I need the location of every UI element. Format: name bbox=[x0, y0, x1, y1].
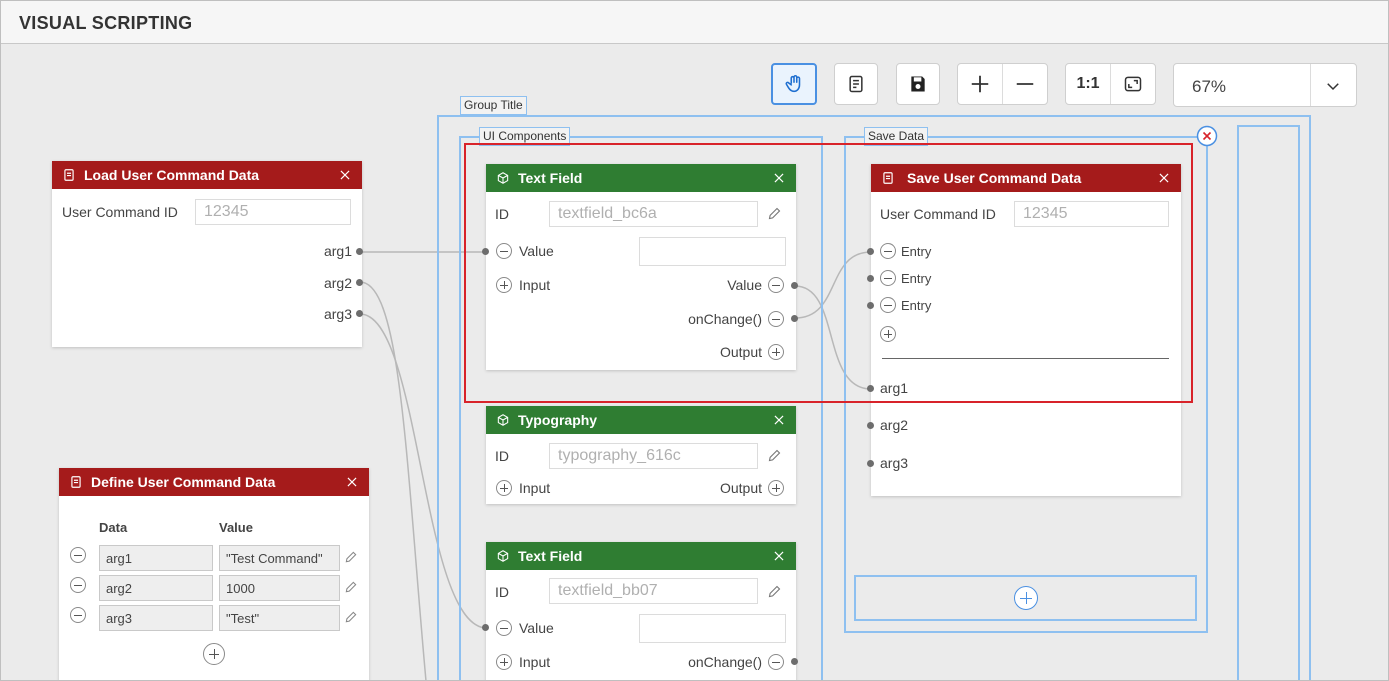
port-arg2-out[interactable] bbox=[356, 279, 363, 286]
empty-group[interactable] bbox=[1237, 125, 1300, 680]
data-key-input[interactable]: arg1 bbox=[99, 545, 213, 571]
node-header[interactable]: Typography bbox=[486, 406, 796, 434]
hand-icon bbox=[785, 75, 801, 93]
id-label: ID bbox=[495, 584, 509, 600]
output-label: Output bbox=[719, 480, 762, 496]
data-key-input[interactable]: arg3 bbox=[99, 605, 213, 631]
id-label: ID bbox=[495, 448, 509, 464]
close-icon[interactable] bbox=[772, 413, 786, 427]
actual-size-label: 1:1 bbox=[1076, 75, 1100, 92]
zoom-out-button[interactable] bbox=[1002, 64, 1047, 104]
pencil-icon[interactable] bbox=[344, 580, 358, 594]
input-arg2-label: arg2 bbox=[880, 417, 909, 433]
value-input-label: Value bbox=[519, 620, 554, 636]
input-arg3-label: arg3 bbox=[880, 455, 909, 471]
remove-row-button[interactable] bbox=[70, 607, 86, 623]
input-label: Input bbox=[519, 480, 551, 496]
actual-size-button[interactable]: 1:1 bbox=[1066, 64, 1110, 104]
typography-node[interactable]: Typography ID typography_616c Input Outp… bbox=[486, 406, 796, 504]
port-onchange-out[interactable] bbox=[791, 658, 798, 665]
cube-icon bbox=[497, 550, 509, 562]
minus-icon bbox=[1016, 83, 1034, 85]
output-arg1-label: arg1 bbox=[323, 243, 352, 259]
port-arg3-out[interactable] bbox=[356, 310, 363, 317]
cube-icon bbox=[497, 414, 509, 426]
data-column-header: Data bbox=[99, 520, 128, 535]
output-arg2-label: arg2 bbox=[323, 275, 352, 291]
data-value-input[interactable]: 1000 bbox=[219, 575, 340, 601]
onchange-label: onChange() bbox=[688, 654, 762, 670]
add-row-button[interactable] bbox=[203, 643, 225, 665]
add-input-button[interactable] bbox=[496, 480, 512, 496]
remove-value-button[interactable] bbox=[496, 620, 512, 636]
panel-title: VISUAL SCRIPTING bbox=[19, 13, 193, 33]
add-node-button[interactable] bbox=[1014, 586, 1038, 610]
add-node-dropzone[interactable] bbox=[854, 575, 1197, 621]
add-input-button[interactable] bbox=[496, 654, 512, 670]
pencil-icon[interactable] bbox=[344, 610, 358, 624]
view-controls: 1:1 bbox=[1065, 63, 1156, 105]
node-title: Typography bbox=[518, 412, 598, 428]
zoom-select[interactable]: 67% bbox=[1173, 63, 1357, 107]
remove-group-icon[interactable] bbox=[1196, 125, 1218, 147]
visual-scripting-panel: VISUAL SCRIPTING 1:1 67% Group Title UI … bbox=[0, 0, 1389, 681]
data-key-input[interactable]: arg2 bbox=[99, 575, 213, 601]
panel-header: VISUAL SCRIPTING bbox=[1, 1, 1388, 44]
close-icon[interactable] bbox=[345, 475, 359, 489]
text-field-node-2[interactable]: Text Field ID textfield_bb07 Value Input… bbox=[486, 542, 796, 680]
document-icon bbox=[71, 476, 81, 488]
pan-tool-button[interactable] bbox=[771, 63, 817, 105]
zoom-in-button[interactable] bbox=[958, 64, 1002, 104]
node-header[interactable]: Load User Command Data bbox=[52, 161, 362, 189]
document-icon bbox=[849, 75, 863, 93]
define-user-command-node[interactable]: Define User Command Data Data Value arg1… bbox=[59, 468, 369, 680]
pencil-icon[interactable] bbox=[344, 550, 358, 564]
id-input[interactable]: typography_616c bbox=[549, 443, 758, 469]
value-column-header: Value bbox=[219, 520, 253, 535]
data-value-input[interactable]: "Test" bbox=[219, 605, 340, 631]
value-input[interactable] bbox=[639, 614, 786, 643]
close-icon[interactable] bbox=[338, 168, 352, 182]
node-header[interactable]: Text Field bbox=[486, 542, 796, 570]
zoom-controls bbox=[957, 63, 1048, 105]
pencil-icon[interactable] bbox=[767, 448, 782, 463]
pencil-icon[interactable] bbox=[767, 584, 782, 599]
port-arg1-out[interactable] bbox=[356, 248, 363, 255]
node-title: Load User Command Data bbox=[84, 167, 260, 183]
zoom-value: 67% bbox=[1192, 77, 1227, 96]
document-icon bbox=[64, 169, 74, 181]
fit-screen-icon bbox=[1124, 76, 1142, 92]
node-title: Text Field bbox=[518, 548, 583, 564]
id-input[interactable]: textfield_bb07 bbox=[549, 578, 758, 604]
group-title-label[interactable]: Group Title bbox=[460, 96, 527, 115]
add-output-button[interactable] bbox=[768, 480, 784, 496]
onchange-toggle[interactable] bbox=[768, 654, 784, 670]
fit-view-button[interactable] bbox=[1110, 64, 1155, 104]
close-icon[interactable] bbox=[772, 549, 786, 563]
output-arg3-label: arg3 bbox=[323, 306, 352, 322]
chevron-down-icon bbox=[1327, 83, 1339, 91]
remove-row-button[interactable] bbox=[70, 577, 86, 593]
wire-arg2 bbox=[359, 281, 427, 680]
user-command-id-label: User Command ID bbox=[62, 204, 178, 220]
script-view-button[interactable] bbox=[834, 63, 878, 105]
input-label: Input bbox=[519, 654, 551, 670]
load-user-command-node[interactable]: Load User Command Data User Command ID 1… bbox=[52, 161, 362, 347]
node-header[interactable]: Define User Command Data bbox=[59, 468, 369, 496]
remove-row-button[interactable] bbox=[70, 547, 86, 563]
port-value-in[interactable] bbox=[482, 624, 489, 631]
user-command-id-input[interactable]: 12345 bbox=[195, 199, 351, 225]
plus-icon bbox=[971, 75, 989, 93]
save-icon bbox=[911, 76, 925, 92]
node-title: Define User Command Data bbox=[91, 474, 276, 490]
port-arg2-in[interactable] bbox=[867, 422, 874, 429]
save-button[interactable] bbox=[896, 63, 940, 105]
port-arg3-in[interactable] bbox=[867, 460, 874, 467]
data-value-input[interactable]: "Test Command" bbox=[219, 545, 340, 571]
highlight-box bbox=[464, 143, 1193, 403]
